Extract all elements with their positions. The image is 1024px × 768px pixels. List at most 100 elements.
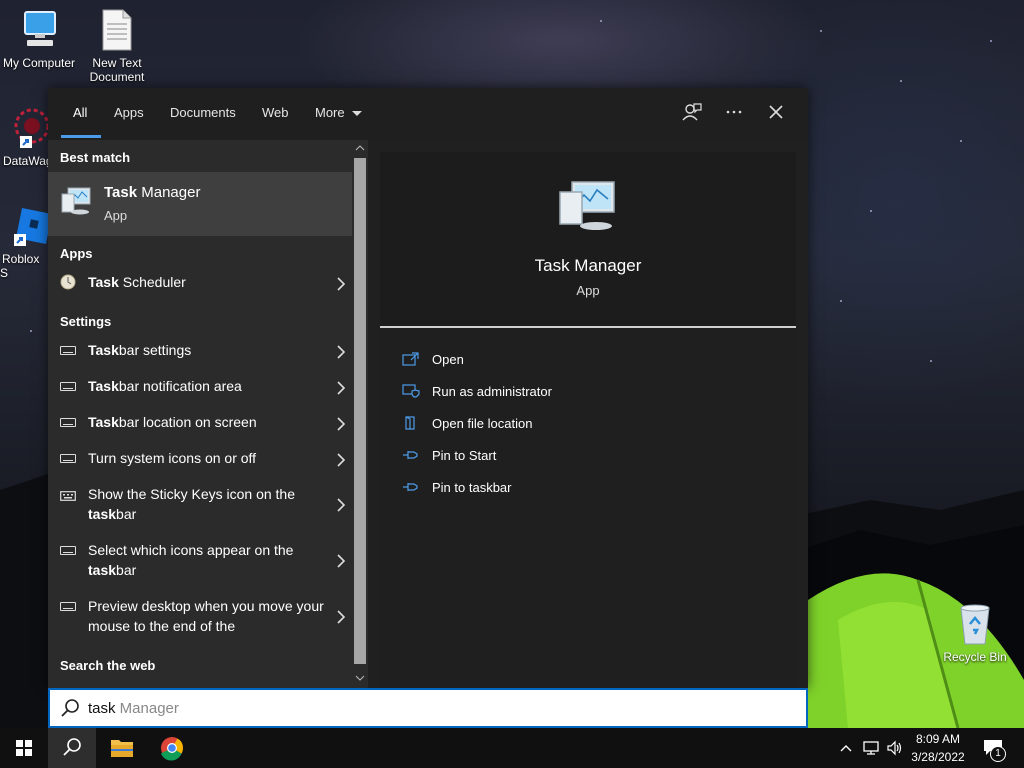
desktop-icon-my-computer[interactable]: My Computer <box>0 8 78 70</box>
task-manager-icon <box>60 186 92 216</box>
task-scheduler-icon <box>60 274 76 290</box>
desktop-icon-roblox[interactable]: Roblox S <box>0 204 52 280</box>
feedback-icon[interactable] <box>680 102 704 126</box>
tab-more[interactable]: More <box>315 88 363 140</box>
search-icon <box>60 698 80 718</box>
task-manager-large-icon <box>556 180 618 232</box>
result-select-icons[interactable]: Select which icons appear on the taskbar <box>48 532 352 588</box>
search-filter-bar: All Apps Documents Web More <box>48 88 808 140</box>
chevron-right-icon[interactable] <box>336 554 346 568</box>
results-scrollbar[interactable] <box>352 140 368 688</box>
file-explorer-button[interactable] <box>98 728 146 768</box>
clock-time[interactable]: 8:09 AM <box>906 732 970 746</box>
result-label: Taskbar notification area <box>88 378 242 394</box>
search-icon <box>63 738 81 756</box>
pin-icon <box>402 480 420 494</box>
computer-icon <box>17 8 61 52</box>
action-pin-to-start[interactable]: Pin to Start <box>402 444 782 468</box>
desktop-icon-label: Recycle Bin <box>943 650 1007 664</box>
desktop-icon-label: Roblox S <box>0 252 40 280</box>
result-sticky-keys-icon[interactable]: Show the Sticky Keys icon on the taskbar <box>48 476 352 532</box>
preview-pane: Task Manager App Open Run as administrat… <box>380 152 796 688</box>
search-input[interactable]: task Manager <box>48 688 808 728</box>
taskbar: 8:09 AM 3/28/2022 1 <box>0 728 1024 768</box>
folder-icon <box>111 740 133 757</box>
chevron-right-icon[interactable] <box>336 417 346 431</box>
pin-icon <box>402 448 420 462</box>
chevron-right-icon[interactable] <box>336 345 346 359</box>
keyboard-icon <box>60 488 76 501</box>
close-icon[interactable] <box>764 102 788 126</box>
tab-apps[interactable]: Apps <box>114 88 144 140</box>
desktop-icon-datawag[interactable]: DataWag <box>0 106 53 168</box>
volume-icon[interactable] <box>886 740 904 756</box>
result-taskbar-location[interactable]: Taskbar location on screen <box>48 404 352 440</box>
result-taskbar-settings[interactable]: Taskbar settings <box>48 332 352 368</box>
action-label: Run as administrator <box>432 384 552 399</box>
scroll-up-arrow-icon[interactable] <box>355 144 365 154</box>
search-typed-text: task <box>88 700 116 717</box>
tab-documents[interactable]: Documents <box>170 88 236 140</box>
chrome-button[interactable] <box>148 728 196 768</box>
start-search-panel: All Apps Documents Web More Best match T… <box>48 88 808 688</box>
chevron-right-icon[interactable] <box>336 610 346 624</box>
best-match-task-manager[interactable]: Task Manager App <box>48 172 352 236</box>
action-pin-to-taskbar[interactable]: Pin to taskbar <box>402 476 782 500</box>
action-label: Pin to taskbar <box>432 480 512 495</box>
search-suggestion-text: Manager <box>115 700 179 717</box>
chrome-icon <box>161 737 183 761</box>
chevron-right-icon[interactable] <box>336 498 346 512</box>
action-open-file-location[interactable]: Open file location <box>402 412 782 436</box>
result-system-icons[interactable]: Turn system icons on or off <box>48 440 352 476</box>
tab-all[interactable]: All <box>60 88 103 140</box>
best-match-subtitle: App <box>104 208 128 223</box>
roblox-shortcut-icon <box>8 204 52 248</box>
search-results-list: Best match Task Manager App Apps Task Sc… <box>48 140 352 688</box>
result-label: Taskbar location on screen <box>88 414 257 430</box>
display-settings-icon <box>60 382 76 391</box>
search-button[interactable] <box>48 728 96 768</box>
display-settings-icon <box>60 418 76 427</box>
display-settings-icon <box>60 454 76 463</box>
chevron-right-icon[interactable] <box>336 277 346 291</box>
action-open[interactable]: Open <box>402 348 782 372</box>
scroll-down-arrow-icon[interactable] <box>355 674 365 684</box>
scroll-thumb[interactable] <box>354 158 366 664</box>
tab-web[interactable]: Web <box>262 88 289 140</box>
text-document-icon <box>95 8 139 52</box>
network-icon[interactable] <box>862 740 880 756</box>
chevron-down-icon <box>352 111 363 117</box>
clock-date[interactable]: 3/28/2022 <box>906 750 970 764</box>
search-query: task Manager <box>88 700 179 717</box>
chevron-right-icon[interactable] <box>336 453 346 467</box>
datawag-shortcut-icon <box>8 106 52 150</box>
display-settings-icon <box>60 602 76 611</box>
section-title-settings: Settings <box>60 314 112 329</box>
run-as-admin-icon <box>402 384 420 398</box>
preview-title: Task Manager <box>534 256 642 275</box>
show-hidden-icons-chevron-up-icon[interactable] <box>838 740 854 756</box>
result-task-scheduler[interactable]: Task Scheduler <box>48 264 352 300</box>
result-label: Taskbar settings <box>88 342 192 358</box>
recycle-bin-icon <box>953 602 997 646</box>
result-preview-desktop[interactable]: Preview desktop when you move your mouse… <box>48 588 352 644</box>
display-settings-icon <box>60 346 76 355</box>
result-label: Select which icons appear on the taskbar <box>88 542 294 578</box>
more-options-icon[interactable] <box>722 102 746 126</box>
action-run-as-admin[interactable]: Run as administrator <box>402 380 782 404</box>
notification-count-badge: 1 <box>990 746 1006 762</box>
desktop-icon-label: My Computer <box>2 56 76 70</box>
result-taskbar-notification-area[interactable]: Taskbar notification area <box>48 368 352 404</box>
windows-logo-icon <box>16 740 32 756</box>
best-match-title: Task Manager <box>104 184 201 201</box>
notification-center-button[interactable]: 1 <box>982 738 1010 762</box>
tab-more-label: More <box>315 105 345 120</box>
desktop-icon-recycle-bin[interactable]: Recycle Bin <box>936 602 1014 664</box>
result-label: Show the Sticky Keys icon on the taskbar <box>88 486 295 522</box>
start-button[interactable] <box>0 728 48 768</box>
section-title-search-web: Search the web <box>60 658 156 673</box>
chevron-right-icon[interactable] <box>336 381 346 395</box>
display-settings-icon <box>60 546 76 555</box>
desktop-icon-new-text-document[interactable]: New Text Document <box>78 8 156 84</box>
open-icon <box>402 352 420 366</box>
